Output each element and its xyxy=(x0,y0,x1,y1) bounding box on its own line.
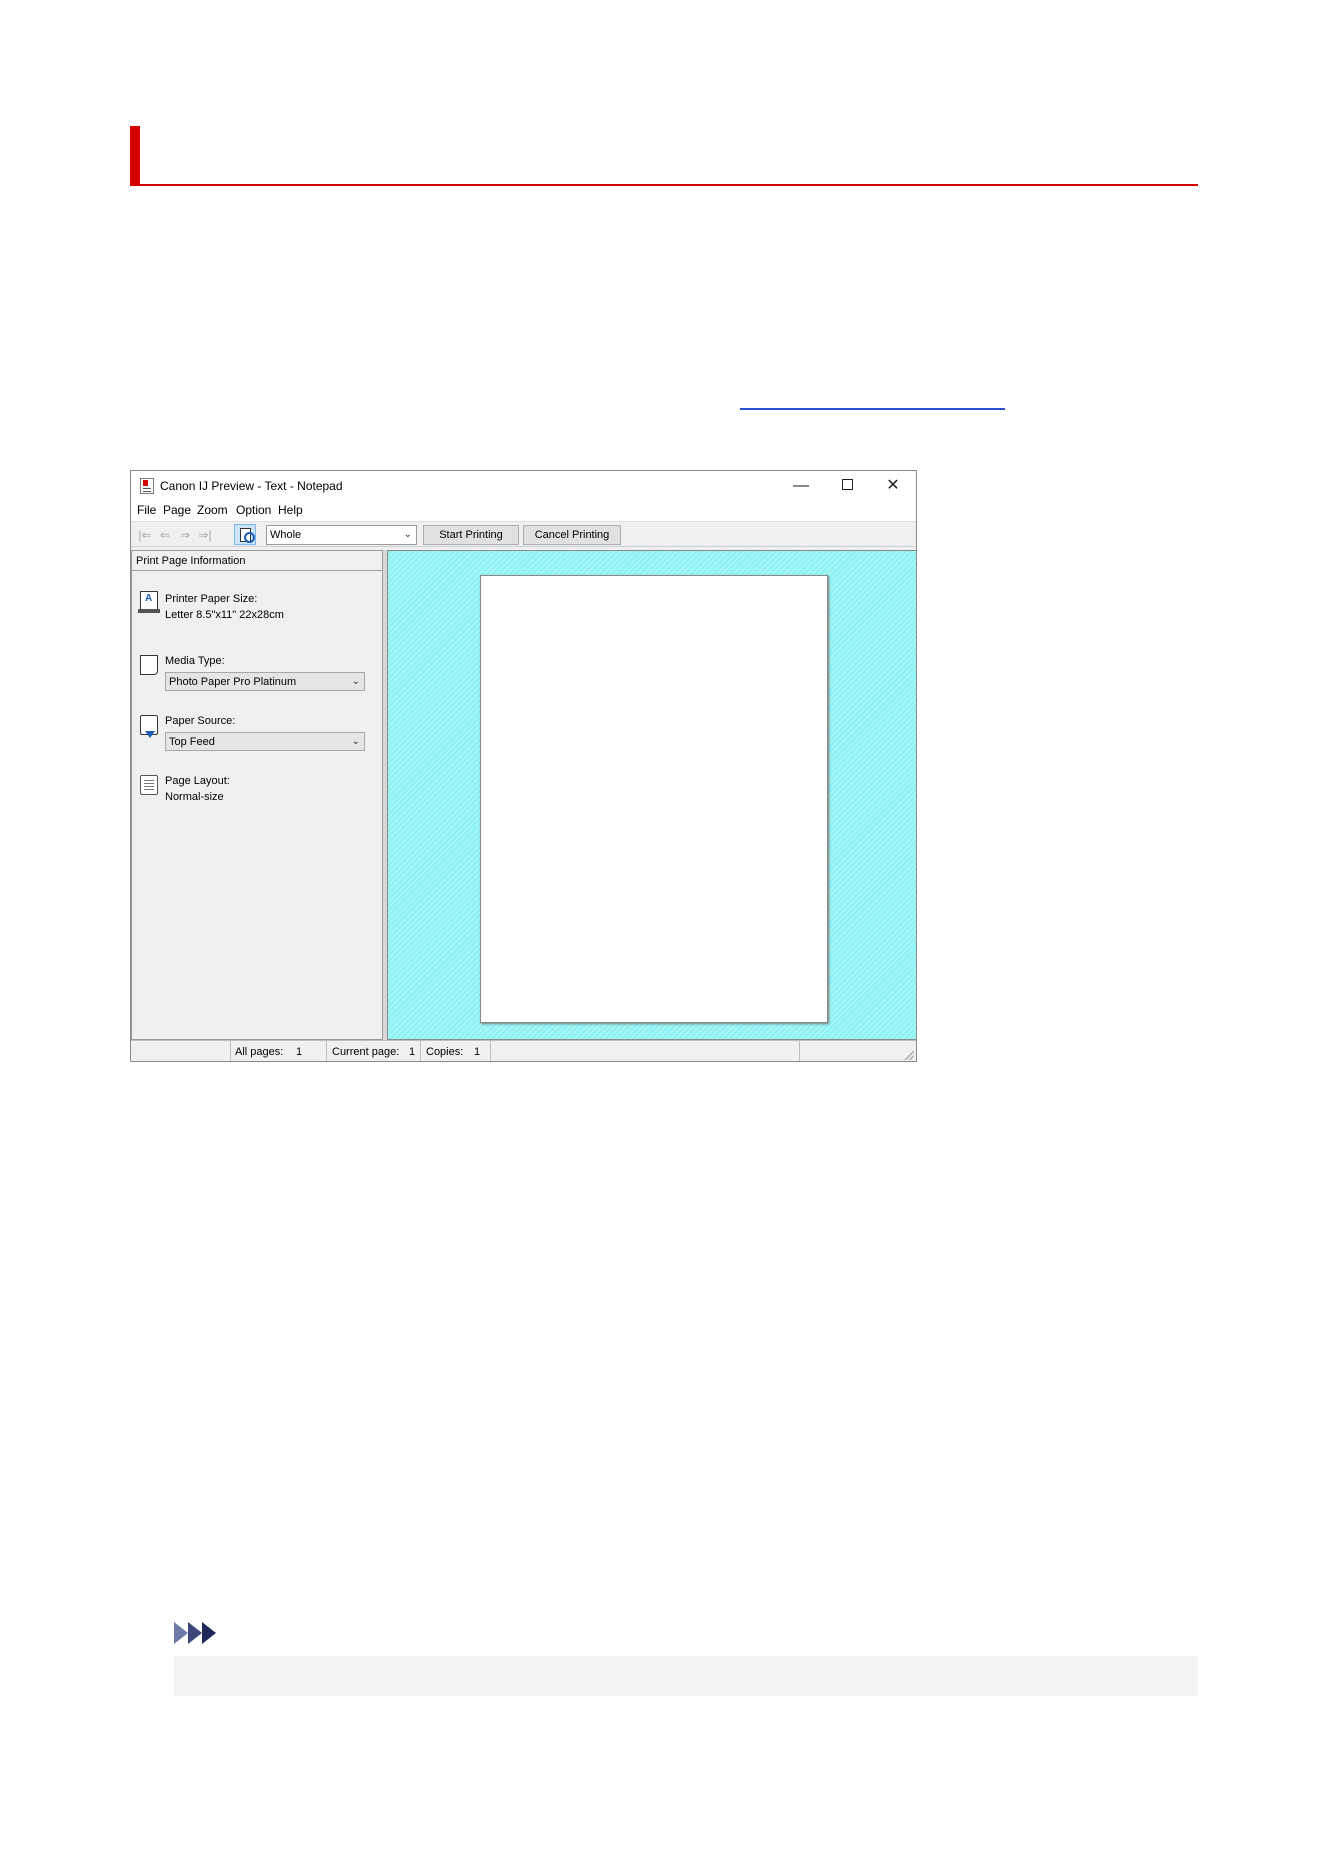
app-icon xyxy=(140,478,154,494)
paper-size-icon xyxy=(138,591,160,613)
printer-paper-size-value: Letter 8.5"x11" 22x28cm xyxy=(165,609,284,621)
status-cell-copies xyxy=(421,1041,491,1061)
menu-option[interactable]: Option xyxy=(236,503,271,517)
window-title: Canon IJ Preview - Text - Notepad xyxy=(160,479,343,493)
menu-page[interactable]: Page xyxy=(163,503,191,517)
media-type-label: Media Type: xyxy=(165,655,225,667)
cancel-printing-button[interactable]: Cancel Printing xyxy=(523,525,621,545)
note-chevrons-icon xyxy=(174,1622,230,1644)
status-cell-empty xyxy=(491,1041,800,1061)
paper-source-icon xyxy=(140,715,158,738)
menu-zoom[interactable]: Zoom xyxy=(197,503,228,517)
heading-underline xyxy=(130,184,1198,186)
heading-accent-bar xyxy=(130,126,140,186)
page-layout-value: Normal-size xyxy=(165,791,224,803)
canon-ij-preview-window: Canon IJ Preview - Text - Notepad — ✕ Fi… xyxy=(130,470,917,1062)
media-type-value: Photo Paper Pro Platinum xyxy=(169,676,297,688)
maximize-icon xyxy=(841,478,853,490)
page-layout-label: Page Layout: xyxy=(165,775,230,787)
zoom-select[interactable]: Whole ⌄ xyxy=(266,525,417,545)
status-cell-all-pages xyxy=(231,1041,327,1061)
start-printing-button[interactable]: Start Printing xyxy=(423,525,519,545)
paper-source-label: Paper Source: xyxy=(165,715,236,727)
first-page-button[interactable]: |⇐ xyxy=(135,527,155,543)
last-page-button[interactable]: ⇒| xyxy=(195,527,215,543)
preview-page xyxy=(480,575,828,1023)
status-bar: All pages: 1 Current page: 1 Copies: 1 xyxy=(131,1040,916,1061)
maximize-button[interactable] xyxy=(825,473,869,499)
page-layout-icon xyxy=(140,775,158,795)
preview-area[interactable] xyxy=(387,550,916,1040)
status-cell-blank xyxy=(131,1041,231,1061)
close-button[interactable]: ✕ xyxy=(871,473,915,499)
menu-file[interactable]: File xyxy=(137,503,156,517)
resize-grip-icon[interactable] xyxy=(904,1050,914,1060)
note-chevron-3 xyxy=(202,1622,216,1644)
status-cell-current-page xyxy=(327,1041,421,1061)
media-type-select[interactable]: Photo Paper Pro Platinum ⌄ xyxy=(165,672,365,691)
document-link[interactable] xyxy=(740,392,1005,410)
note-chevron-1 xyxy=(174,1622,188,1644)
next-page-button[interactable]: ⇒ xyxy=(175,527,195,543)
panel-header: Print Page Information xyxy=(132,551,382,571)
paper-source-select[interactable]: Top Feed ⌄ xyxy=(165,732,365,751)
note-chevron-2 xyxy=(188,1622,202,1644)
print-page-information-panel: Print Page Information Printer Paper Siz… xyxy=(131,550,383,1040)
zoom-select-value: Whole xyxy=(270,529,302,541)
minimize-button[interactable]: — xyxy=(779,473,823,499)
chevron-down-icon: ⌄ xyxy=(351,736,360,747)
preview-toggle-icon[interactable] xyxy=(234,524,256,545)
menu-bar: File Page Zoom Option Help xyxy=(131,501,916,521)
media-type-icon xyxy=(140,655,158,675)
printer-paper-size-label: Printer Paper Size: xyxy=(165,593,258,605)
title-bar: Canon IJ Preview - Text - Notepad — ✕ xyxy=(131,471,916,501)
previous-page-button[interactable]: ⇐ xyxy=(155,527,175,543)
menu-help[interactable]: Help xyxy=(278,503,303,517)
paper-source-value: Top Feed xyxy=(169,736,215,748)
toolbar: |⇐ ⇐ ⇒ ⇒| Whole ⌄ Start Printing Cancel … xyxy=(131,521,916,547)
chevron-down-icon: ⌄ xyxy=(351,676,360,687)
note-box xyxy=(174,1656,1198,1696)
chevron-down-icon: ⌄ xyxy=(403,529,412,540)
